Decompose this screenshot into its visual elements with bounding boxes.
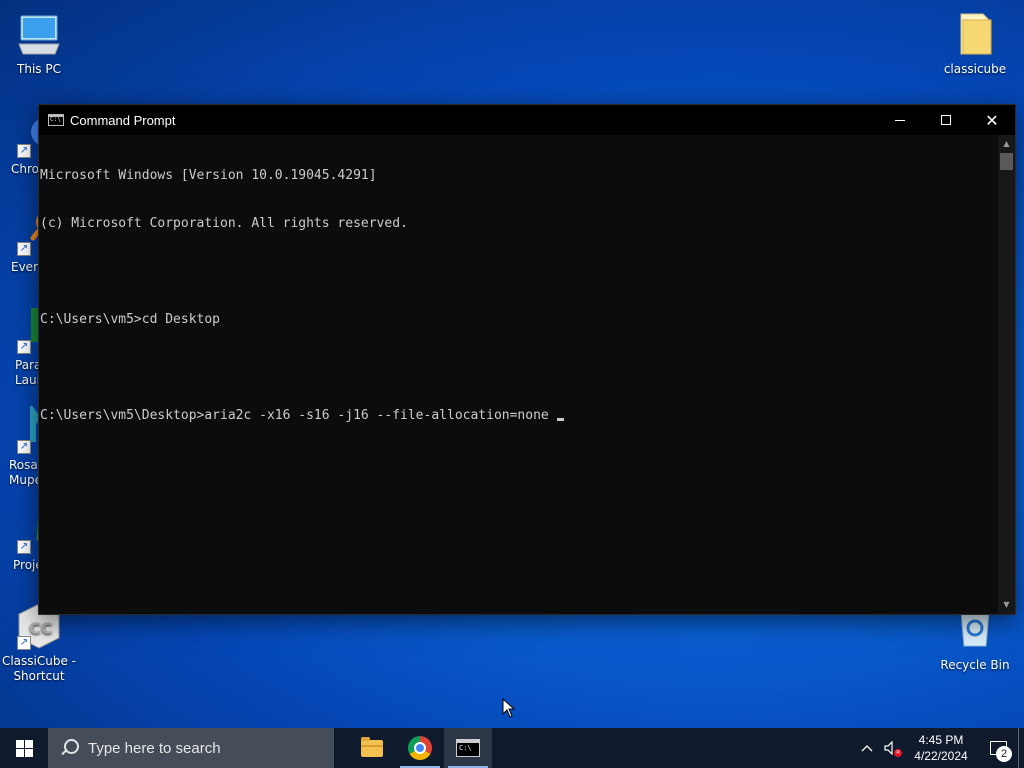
desktop-icon-classicube-folder[interactable]: classicube: [937, 10, 1013, 77]
maximize-button[interactable]: [923, 105, 969, 135]
search-placeholder: Type here to search: [88, 739, 221, 757]
taskbar-chrome[interactable]: [396, 728, 444, 768]
console-input-line[interactable]: C:\Users\vm5\Desktop>aria2c -x16 -s16 -j…: [40, 408, 998, 424]
close-button[interactable]: ✕: [969, 105, 1015, 135]
desktop-icon-this-pc[interactable]: This PC: [1, 10, 77, 77]
maximize-icon: [941, 115, 951, 125]
file-explorer-icon: [361, 736, 383, 757]
shortcut-arrow-icon: ↗: [17, 144, 31, 158]
minimize-button[interactable]: [877, 105, 923, 135]
console-line: C:\Users\vm5>cd Desktop: [40, 312, 221, 327]
taskbar: Type here to search ✕ 4:45 PM 4/22/2024 …: [0, 728, 1024, 768]
console-line: (c) Microsoft Corporation. All rights re…: [40, 216, 408, 231]
system-tray: ✕ 4:45 PM 4/22/2024 2: [856, 728, 1024, 768]
taskbar-file-explorer[interactable]: [348, 728, 396, 768]
desktop-icon-recycle-bin[interactable]: Recycle Bin: [937, 606, 1013, 673]
cmd-app-icon: [48, 114, 64, 126]
minimize-icon: [895, 119, 905, 121]
command-prompt-window[interactable]: Command Prompt ✕ Microsoft Windows [Vers…: [38, 104, 1016, 615]
desktop-icon-label: Recycle Bin: [940, 658, 1010, 672]
folder-icon: [951, 10, 999, 58]
console-output[interactable]: Microsoft Windows [Version 10.0.19045.42…: [39, 135, 998, 614]
taskbar-search-box[interactable]: Type here to search: [48, 728, 334, 768]
taskbar-command-prompt[interactable]: [444, 728, 492, 768]
show-desktop-button[interactable]: [1018, 728, 1024, 768]
vertical-scrollbar[interactable]: ▲ ▼: [998, 135, 1015, 614]
computer-icon: [15, 10, 63, 58]
windows-logo-icon: [15, 739, 33, 757]
window-titlebar[interactable]: Command Prompt ✕: [39, 105, 1015, 135]
chevron-up-icon: [861, 745, 873, 752]
clock[interactable]: 4:45 PM 4/22/2024: [904, 728, 978, 768]
volume-button[interactable]: ✕: [878, 728, 904, 768]
clock-date: 4/22/2024: [914, 749, 968, 763]
show-hidden-icons-button[interactable]: [856, 728, 878, 768]
console-line: Microsoft Windows [Version 10.0.19045.42…: [40, 168, 377, 183]
scroll-thumb[interactable]: [1000, 153, 1013, 170]
start-button[interactable]: [0, 728, 48, 768]
chrome-icon: [408, 736, 432, 760]
console-command-text: C:\Users\vm5\Desktop>aria2c -x16 -s16 -j…: [40, 408, 557, 423]
shortcut-arrow-icon: ↗: [17, 340, 31, 354]
desktop-icon-label: classicube: [943, 62, 1007, 76]
shortcut-arrow-icon: ↗: [17, 440, 31, 454]
shortcut-arrow-icon: ↗: [17, 540, 31, 554]
action-center-button[interactable]: 2: [978, 728, 1018, 768]
mute-icon: ✕: [894, 749, 902, 757]
svg-text:CC: CC: [29, 619, 52, 638]
window-title: Command Prompt: [70, 112, 176, 128]
desktop-icon-label: This PC: [17, 62, 61, 76]
shortcut-arrow-icon: ↗: [17, 636, 31, 650]
notification-count-badge: 2: [996, 746, 1012, 762]
desktop-icon-label: ClassiCube - Shortcut: [1, 654, 77, 683]
scroll-down-icon[interactable]: ▼: [998, 598, 1015, 612]
close-icon: ✕: [985, 110, 999, 130]
cmd-icon: [456, 739, 480, 757]
search-icon: [60, 739, 79, 757]
scroll-up-icon[interactable]: ▲: [998, 137, 1015, 151]
shortcut-arrow-icon: ↗: [17, 242, 31, 256]
clock-time: 4:45 PM: [918, 733, 964, 747]
mouse-pointer-icon: [502, 697, 516, 722]
text-cursor: [556, 418, 564, 421]
